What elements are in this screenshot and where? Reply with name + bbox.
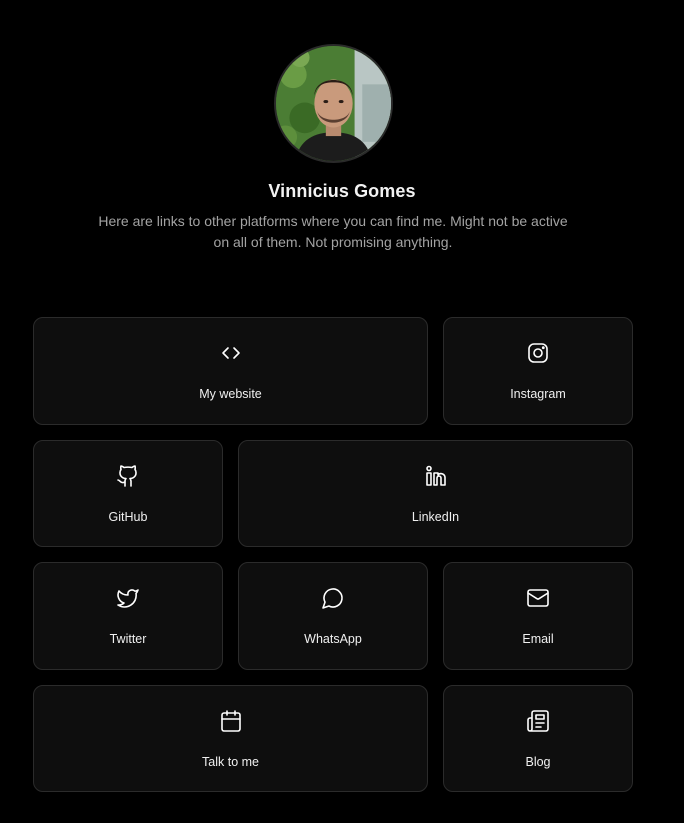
link-label: Twitter [109,632,147,646]
link-card-instagram[interactable]: Instagram [443,317,633,425]
link-label: WhatsApp [304,632,362,646]
link-card-blog[interactable]: Blog [443,685,633,792]
bio-line: Here are links to other platforms where … [98,213,568,229]
link-card-email[interactable]: Email [443,562,633,670]
bio-line: on all of them. Not promising anything. [213,234,453,250]
profile-name: Vinnicius Gomes [268,181,416,201]
twitter-icon [116,586,140,610]
link-label: GitHub [108,510,148,524]
link-card-github[interactable]: GitHub [33,440,223,547]
link-page: Vinnicius Gomes Here are links to other … [0,0,684,823]
github-icon [116,464,140,488]
link-label: Talk to me [202,755,259,769]
profile-bio: Here are links to other platforms where … [82,211,584,253]
avatar [274,44,393,163]
link-card-whatsapp[interactable]: WhatsApp [238,562,428,670]
link-card-twitter[interactable]: Twitter [33,562,223,670]
link-label: Blog [525,755,551,769]
linkedin-icon [424,464,448,488]
link-label: Email [522,632,554,646]
code-icon [219,341,243,365]
link-card-talk[interactable]: Talk to me [33,685,428,792]
calendar-icon [219,709,243,733]
link-label: Instagram [510,387,566,401]
newspaper-icon [526,709,550,733]
mail-icon [526,586,550,610]
instagram-icon [526,341,550,365]
link-label: My website [199,387,262,401]
link-label: LinkedIn [411,510,460,524]
link-card-linkedin[interactable]: LinkedIn [238,440,633,547]
link-card-website[interactable]: My website [33,317,428,425]
message-circle-icon [321,586,345,610]
